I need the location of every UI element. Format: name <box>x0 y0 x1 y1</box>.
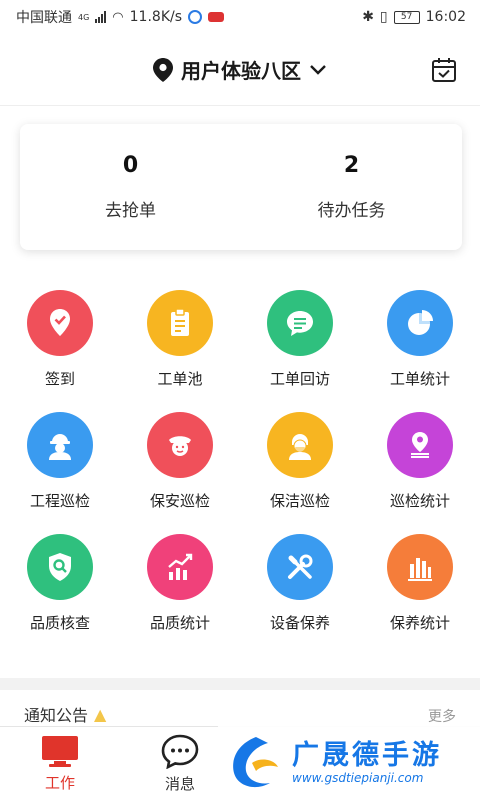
grid-item-check-in[interactable]: 签到 <box>0 290 120 392</box>
calendar-check-icon[interactable] <box>430 56 458 84</box>
security-guard-icon <box>147 412 213 478</box>
grid-item-cleaning-inspection[interactable]: 保洁巡检 <box>240 412 360 514</box>
notice-title: 通知公告 ▲ <box>24 702 106 726</box>
grid-item-label: 工单回访 <box>269 370 330 388</box>
grid-item-order-revisit[interactable]: 工单回访 <box>240 290 360 392</box>
watermark-text: 广晟德手游 www.gsdtiepianji.com <box>292 741 442 785</box>
grid-item-order-pool[interactable]: 工单池 <box>120 290 240 392</box>
signal-icon <box>95 11 107 23</box>
tools-icon <box>267 534 333 600</box>
grid-item-label: 巡检统计 <box>389 492 450 510</box>
grab-order-count: 0 <box>122 153 139 178</box>
grid-item-label: 品质核查 <box>29 614 90 632</box>
notice-header[interactable]: 通知公告 ▲ 更多 <box>0 690 480 726</box>
todo-task-summary[interactable]: 2 待办任务 <box>241 124 462 250</box>
clock: 16:02 <box>425 9 466 25</box>
trend-chart-icon <box>147 534 213 600</box>
todo-task-label: 待办任务 <box>317 201 386 221</box>
grid-item-label: 保洁巡检 <box>269 492 330 510</box>
todo-task-count: 2 <box>343 153 360 178</box>
network-speed: 11.8K/s <box>129 9 183 25</box>
status-bar: 中国联通 4G ◠ 11.8K/s ✱ ▯ 57 16:02 <box>0 0 480 34</box>
location-selector[interactable]: 用户体验八区 <box>153 55 327 84</box>
grid-item-engineering-inspection[interactable]: 工程巡检 <box>0 412 120 514</box>
grid-item-label: 工单统计 <box>389 370 450 388</box>
wifi-icon: ◠ <box>112 9 124 25</box>
watermark-title: 广晟德手游 <box>292 740 442 772</box>
pie-chart-icon <box>387 290 453 356</box>
tab-label: 工作 <box>44 774 75 792</box>
tab-work[interactable]: 工作 <box>0 727 120 800</box>
grid-item-maintenance-stats[interactable]: 保养统计 <box>360 534 480 636</box>
app-notification-icon-2 <box>208 12 225 22</box>
bluetooth-icon: ✱ <box>362 9 374 25</box>
status-left: 中国联通 4G ◠ 11.8K/s <box>16 7 225 27</box>
clipboard-icon <box>147 290 213 356</box>
cleaner-icon <box>267 412 333 478</box>
watermark: 广晟德手游 www.gsdtiepianji.com <box>218 726 480 800</box>
notice-more-link[interactable]: 更多 <box>428 706 456 726</box>
location-name: 用户体验八区 <box>181 59 301 83</box>
chevron-down-icon <box>310 64 326 75</box>
check-in-pin-icon <box>27 290 93 356</box>
battery-icon: 57 <box>393 10 420 24</box>
grid-item-label: 保安巡检 <box>149 492 210 510</box>
carrier-name: 中国联通 <box>16 10 72 26</box>
summary-card: 0 去抢单 2 待办任务 <box>20 124 462 250</box>
grid-item-label: 签到 <box>44 370 75 388</box>
grab-order-label: 去抢单 <box>105 201 156 221</box>
vibrate-icon: ▯ <box>379 9 388 25</box>
grid-item-security-inspection[interactable]: 保安巡检 <box>120 412 240 514</box>
watermark-url: www.gsdtiepianji.com <box>292 770 424 785</box>
grid-item-label: 品质统计 <box>149 614 210 632</box>
grid-item-order-stats[interactable]: 工单统计 <box>360 290 480 392</box>
feature-grid: 签到 工单池 工单回访 工单统计 工程巡检 保安巡检 保洁巡检 巡检统计 品质核… <box>0 290 480 636</box>
map-pin-icon <box>153 57 173 82</box>
message-icon <box>161 734 199 769</box>
status-right: ✱ ▯ 57 16:02 <box>362 9 466 25</box>
grid-item-inspection-stats[interactable]: 巡检统计 <box>360 412 480 514</box>
section-divider <box>0 678 480 690</box>
app-header: 用户体验八区 <box>0 34 480 106</box>
grid-item-label: 工程巡检 <box>29 492 90 510</box>
notice-title-text: 通知公告 <box>24 706 89 725</box>
grid-item-quality-stats[interactable]: 品质统计 <box>120 534 240 636</box>
app-notification-icon <box>188 10 203 24</box>
tab-label: 消息 <box>164 775 195 793</box>
grid-item-quality-check[interactable]: 品质核查 <box>0 534 120 636</box>
chat-bubble-icon <box>267 290 333 356</box>
grid-item-label: 设备保养 <box>269 614 330 632</box>
grab-order-summary[interactable]: 0 去抢单 <box>20 124 241 250</box>
megaphone-icon: ▲ <box>94 704 107 724</box>
grid-item-equipment-maintenance[interactable]: 设备保养 <box>240 534 360 636</box>
bar-chart-icon <box>387 534 453 600</box>
network-type: 4G <box>78 12 90 22</box>
watermark-logo-icon <box>233 737 278 788</box>
engineer-icon <box>27 412 93 478</box>
grid-item-label: 保养统计 <box>389 614 450 632</box>
grid-item-label: 工单池 <box>157 370 203 388</box>
shield-search-icon <box>27 534 93 600</box>
route-pin-icon <box>387 412 453 478</box>
monitor-icon <box>42 736 78 767</box>
